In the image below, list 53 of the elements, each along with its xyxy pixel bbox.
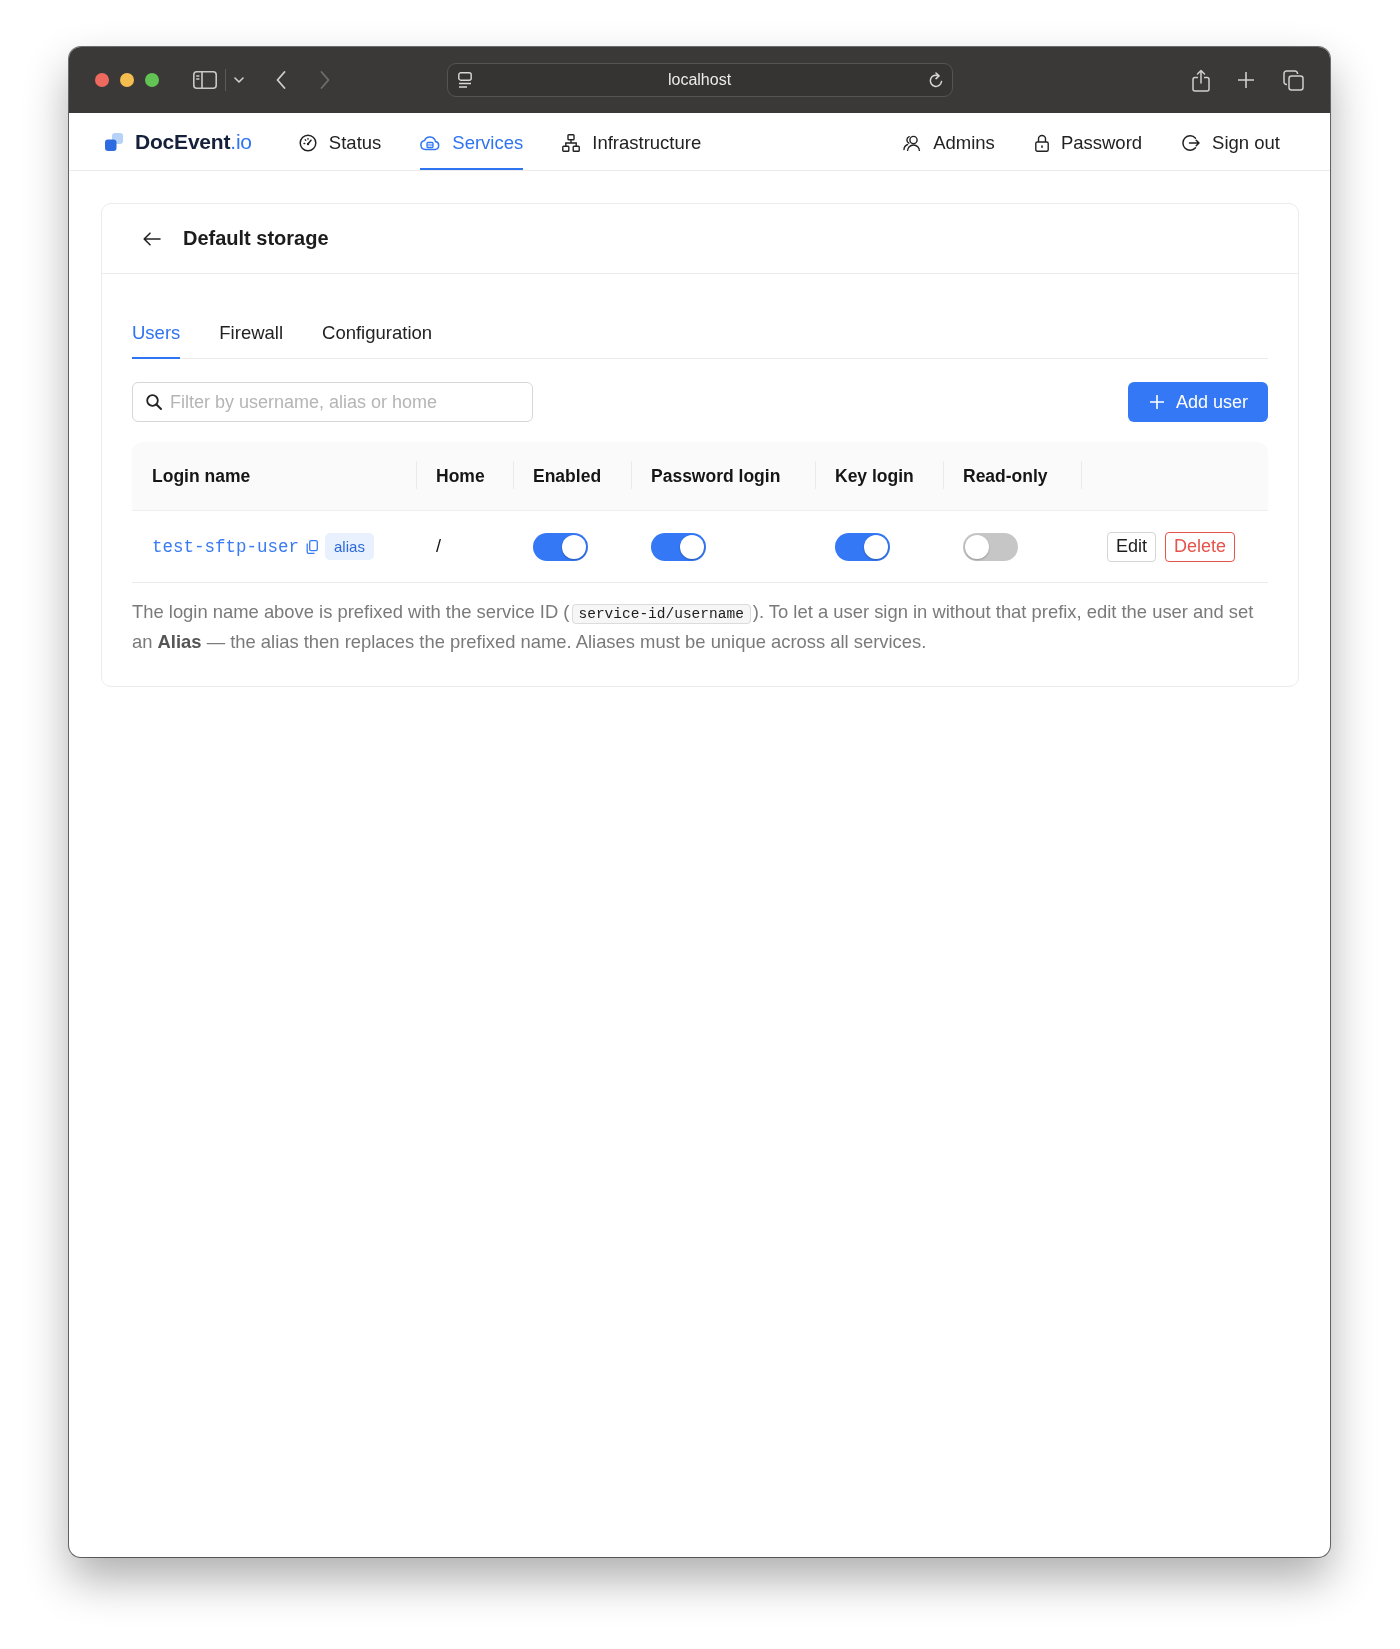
hierarchy-icon: [562, 134, 581, 152]
password-login-toggle[interactable]: [651, 532, 706, 561]
search-icon: [146, 394, 162, 410]
nav-link[interactable]: Admins: [903, 113, 995, 170]
sign-out-icon: [1182, 134, 1201, 152]
nav-link[interactable]: Sign out: [1182, 113, 1280, 170]
login-name-link[interactable]: test-sftp-user: [152, 536, 300, 557]
column-header: Read-only: [963, 465, 1048, 487]
logo-icon: [105, 132, 123, 151]
home-path-text: /: [436, 536, 441, 557]
chevron-left-icon[interactable]: [276, 71, 286, 89]
users-icon: [903, 134, 922, 152]
column-header: Enabled: [533, 465, 602, 487]
minimize-window-icon[interactable]: [120, 73, 134, 87]
arrow-left-icon[interactable]: [143, 231, 161, 246]
share-icon[interactable]: [1192, 68, 1210, 92]
nav-link[interactable]: Infrastructure: [562, 113, 702, 170]
tab[interactable]: Users: [132, 312, 181, 359]
page-title: Default storage: [183, 227, 329, 250]
page-icon: [457, 72, 472, 88]
sidebar-icon[interactable]: [193, 71, 217, 89]
delete-button[interactable]: Delete: [1164, 531, 1235, 562]
add-user-button[interactable]: Add user: [1127, 382, 1268, 422]
maximize-window-icon[interactable]: [145, 73, 159, 87]
reload-icon[interactable]: [927, 71, 944, 89]
help-text: The login name above is prefixed with the service ID ( service-id/username ). To let a user sign in without that prefix, edit the user and set an Alias — the alias then replaces the prefixed name. Aliases must be unique across all services.: [132, 600, 1255, 654]
column-header: Password login: [651, 465, 781, 487]
tab[interactable]: Configuration: [322, 312, 433, 359]
column-header: Home: [436, 465, 485, 487]
new-tab-plus-icon[interactable]: [1238, 72, 1254, 88]
gauge-icon: [298, 134, 317, 152]
edit-button[interactable]: Edit: [1106, 531, 1156, 562]
column-header: Login name: [152, 465, 251, 487]
lock-icon: [1034, 134, 1049, 152]
copy-icon[interactable]: [306, 539, 319, 554]
brand-name: DocEvent.io: [135, 129, 252, 154]
nav-link[interactable]: Password: [1034, 113, 1143, 170]
nav-link[interactable]: Status: [298, 113, 382, 170]
key-login-toggle[interactable]: [835, 532, 890, 561]
plus-icon: [1149, 395, 1164, 409]
chevron-down-icon[interactable]: [234, 77, 244, 83]
search-field[interactable]: Filter by username, alias or home: [132, 382, 533, 422]
tab[interactable]: Firewall: [219, 312, 284, 359]
url-text: localhost: [666, 71, 733, 89]
read-only-toggle[interactable]: [963, 532, 1018, 561]
nav-link[interactable]: Services: [420, 113, 524, 170]
cloud-icon: [420, 135, 441, 151]
enabled-toggle[interactable]: [533, 532, 588, 561]
column-header: Key login: [835, 465, 914, 487]
alias-badge: alias: [325, 533, 374, 560]
address-field[interactable]: localhost: [446, 63, 953, 97]
overlapping-squares-icon[interactable]: [1283, 69, 1304, 91]
close-window-icon[interactable]: [95, 73, 109, 87]
